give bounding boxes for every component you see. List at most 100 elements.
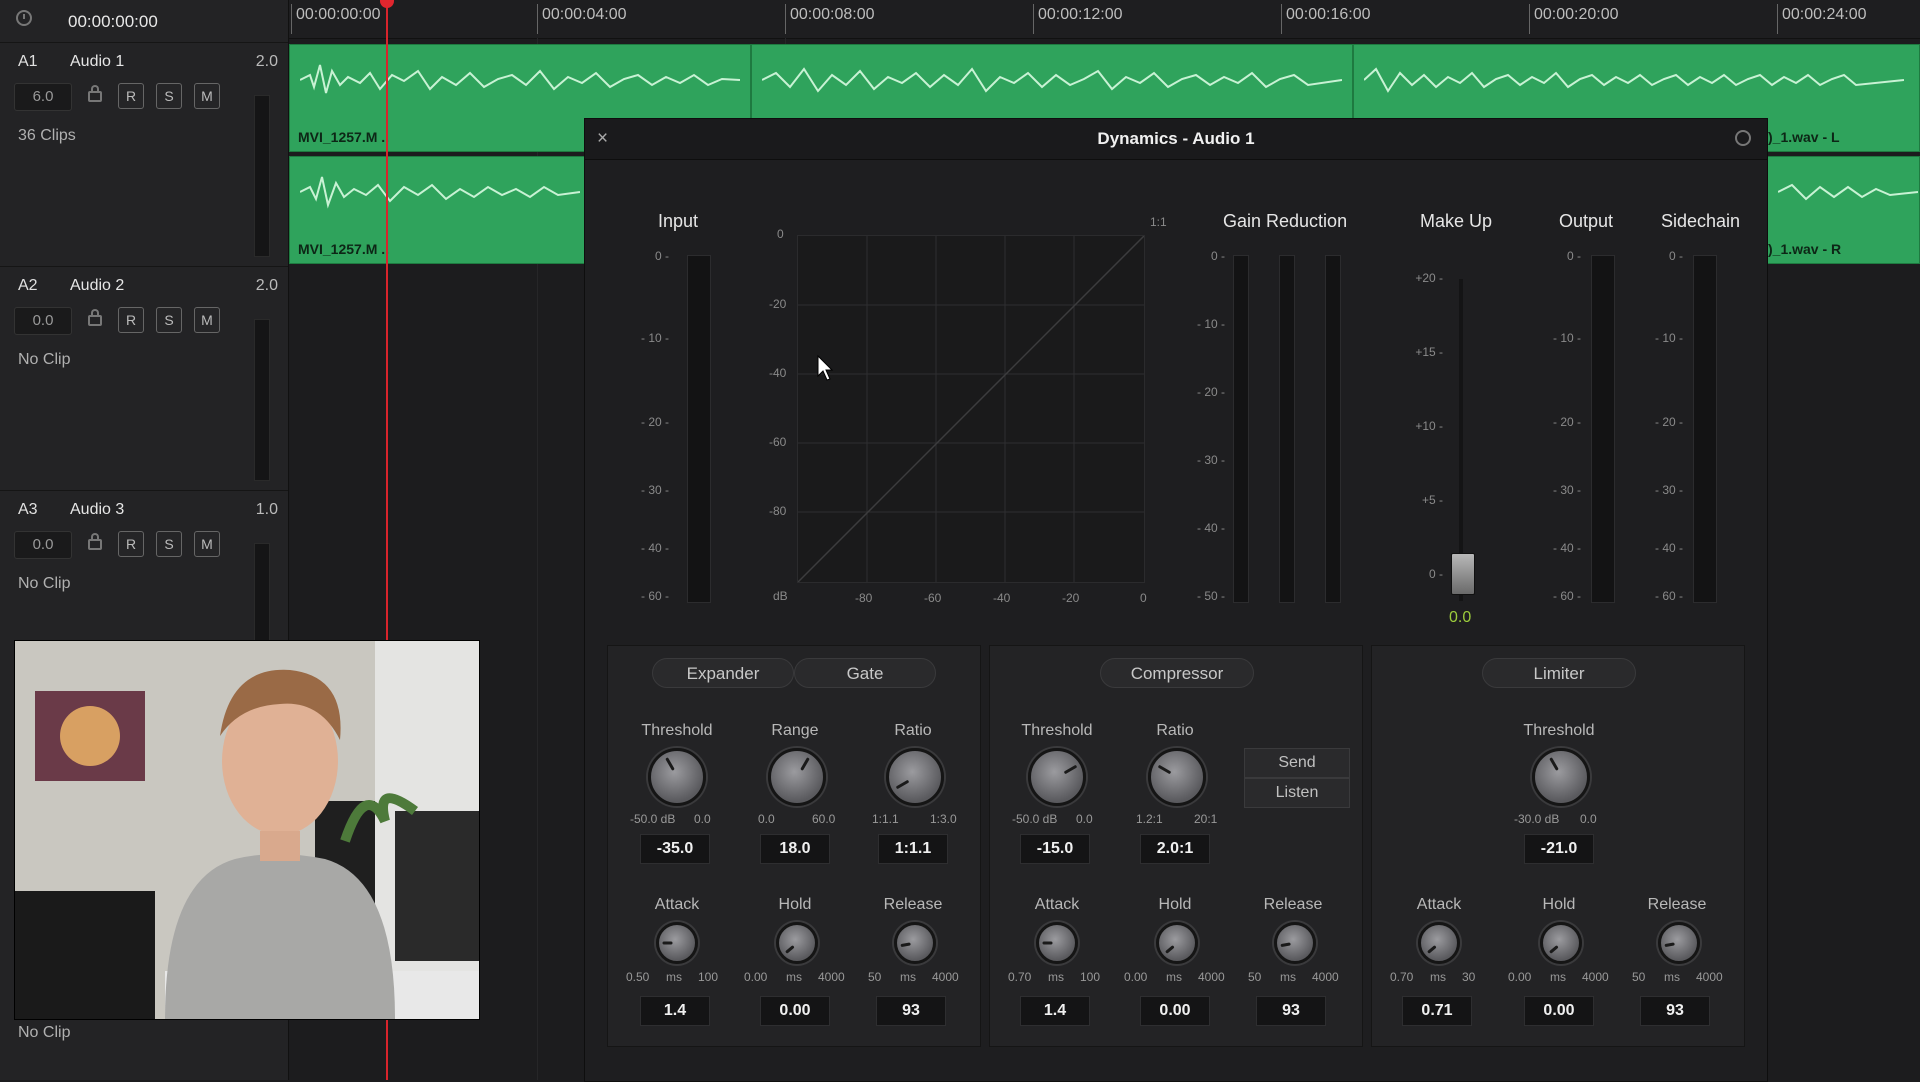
- range-unit: ms: [1048, 970, 1064, 984]
- lock-icon[interactable]: [88, 309, 102, 326]
- solo-button[interactable]: S: [156, 83, 182, 109]
- expander-hold-knob[interactable]: [776, 922, 818, 964]
- range-unit: ms: [1430, 970, 1446, 984]
- reset-icon[interactable]: [1735, 130, 1751, 146]
- release-label: Release: [883, 896, 943, 913]
- expander-range-value[interactable]: 18.0: [760, 834, 830, 864]
- track-volume-field[interactable]: 0.0: [14, 307, 72, 335]
- compressor-tab[interactable]: Compressor: [1100, 658, 1254, 688]
- audio-clip-right-channel[interactable]: MVI_1257.M ..: [289, 156, 585, 264]
- make-up-value[interactable]: 0.0: [1449, 609, 1471, 627]
- range-max: 30: [1462, 970, 1476, 984]
- expander-range-knob[interactable]: [768, 748, 826, 806]
- track-name[interactable]: Audio 2: [70, 277, 124, 295]
- range-max: 0.0: [694, 812, 711, 826]
- record-arm-button[interactable]: R: [118, 531, 144, 557]
- range-unit: ms: [1664, 970, 1680, 984]
- clip-name: )_1.wav - L: [1768, 129, 1840, 145]
- lock-icon[interactable]: [88, 85, 102, 102]
- mute-button[interactable]: M: [194, 307, 220, 333]
- meter-tick: - 20 -: [640, 415, 669, 429]
- limiter-threshold-knob[interactable]: [1532, 748, 1590, 806]
- range-min: 50: [1248, 970, 1262, 984]
- expander-threshold-value[interactable]: -35.0: [640, 834, 710, 864]
- expander-release-knob[interactable]: [894, 922, 936, 964]
- gate-tab[interactable]: Gate: [794, 658, 936, 688]
- expander-release-value[interactable]: 93: [876, 996, 946, 1026]
- track-header-a1[interactable]: A1 Audio 1 2.0 6.0 R S M 36 Clips: [0, 42, 288, 265]
- meter-tick: +15 -: [1415, 345, 1443, 359]
- expander-hold-value[interactable]: 0.00: [760, 996, 830, 1026]
- mute-button[interactable]: M: [194, 531, 220, 557]
- compressor-threshold-knob[interactable]: [1028, 748, 1086, 806]
- range-max: 4000: [1582, 970, 1609, 984]
- range-unit: ms: [786, 970, 802, 984]
- range-max: 20:1: [1194, 812, 1218, 826]
- meter-tick: - 30 -: [1196, 453, 1225, 467]
- compressor-ratio-knob[interactable]: [1148, 748, 1206, 806]
- expander-threshold-knob[interactable]: [648, 748, 706, 806]
- mute-button[interactable]: M: [194, 83, 220, 109]
- record-arm-button[interactable]: R: [118, 307, 144, 333]
- compressor-ratio-value[interactable]: 2.0:1: [1140, 834, 1210, 864]
- track-volume-field[interactable]: 6.0: [14, 83, 72, 111]
- sidechain-send-button[interactable]: Send: [1244, 748, 1350, 778]
- release-label: Release: [1263, 896, 1323, 913]
- output-title: Output: [1559, 211, 1614, 231]
- transfer-curve-graph[interactable]: [797, 235, 1145, 583]
- limiter-attack-knob[interactable]: [1418, 922, 1460, 964]
- input-meter: [687, 255, 711, 603]
- range-min: 0.00: [1124, 970, 1148, 984]
- ruler-label: 00:00:20:00: [1529, 4, 1619, 34]
- limiter-threshold-value[interactable]: -21.0: [1524, 834, 1594, 864]
- range-min: 1.2:1: [1136, 812, 1163, 826]
- compressor-hold-value[interactable]: 0.00: [1140, 996, 1210, 1026]
- expander-tab[interactable]: Expander: [652, 658, 794, 688]
- meter-tick: - 40 -: [640, 541, 669, 555]
- make-up-fader-handle[interactable]: [1451, 553, 1475, 595]
- compressor-hold-knob[interactable]: [1156, 922, 1198, 964]
- limiter-hold-value[interactable]: 0.00: [1524, 996, 1594, 1026]
- webcam-overlay: [14, 640, 480, 1020]
- meter-tick: - 60 -: [640, 589, 669, 603]
- clip-name: MVI_1257.M ..: [298, 129, 390, 145]
- range-unit: ms: [1280, 970, 1296, 984]
- limiter-release-value[interactable]: 93: [1640, 996, 1710, 1026]
- window-title-bar[interactable]: × Dynamics - Audio 1: [585, 119, 1767, 160]
- compressor-attack-value[interactable]: 1.4: [1020, 996, 1090, 1026]
- track-name[interactable]: Audio 3: [70, 501, 124, 519]
- meter-tick: 0 -: [1668, 249, 1683, 263]
- track-name[interactable]: Audio 1: [70, 53, 124, 71]
- limiter-attack-value[interactable]: 0.71: [1402, 996, 1472, 1026]
- track-meter: [254, 319, 270, 481]
- compressor-threshold-value[interactable]: -15.0: [1020, 834, 1090, 864]
- lock-icon[interactable]: [88, 533, 102, 550]
- meter-tick: 0 -: [654, 249, 669, 263]
- solo-button[interactable]: S: [156, 531, 182, 557]
- audio-clip-right-channel[interactable]: )_1.wav - R: [1767, 156, 1920, 264]
- range-max: 4000: [818, 970, 845, 984]
- solo-button[interactable]: S: [156, 307, 182, 333]
- record-arm-button[interactable]: R: [118, 83, 144, 109]
- compressor-release-knob[interactable]: [1274, 922, 1316, 964]
- expander-ratio-knob[interactable]: [886, 748, 944, 806]
- compressor-attack-knob[interactable]: [1036, 922, 1078, 964]
- expander-attack-value[interactable]: 1.4: [640, 996, 710, 1026]
- dynamics-window[interactable]: × Dynamics - Audio 1 Input 0 - - 10 - - …: [584, 118, 1768, 1082]
- limiter-tab[interactable]: Limiter: [1482, 658, 1636, 688]
- timeline-ruler[interactable]: 00:00:00:00 00:00:04:00 00:00:08:00 00:0…: [289, 0, 1920, 39]
- sidechain-meter: [1693, 255, 1717, 603]
- limiter-release-knob[interactable]: [1658, 922, 1700, 964]
- meter-tick: - 60 -: [1654, 589, 1683, 603]
- limiter-hold-knob[interactable]: [1540, 922, 1582, 964]
- compressor-release-value[interactable]: 93: [1256, 996, 1326, 1026]
- expander-attack-knob[interactable]: [656, 922, 698, 964]
- expander-ratio-value[interactable]: 1:1.1: [878, 834, 948, 864]
- clip-count: No Clip: [18, 1024, 71, 1041]
- sidechain-listen-button[interactable]: Listen: [1244, 778, 1350, 808]
- track-header-a2[interactable]: A2 Audio 2 2.0 0.0 R S M No Clip: [0, 266, 288, 489]
- track-volume-field[interactable]: 0.0: [14, 531, 72, 559]
- ratio-label: Ratio: [894, 722, 932, 739]
- range-label: Range: [771, 722, 819, 739]
- range-max: 1:3.0: [930, 812, 957, 826]
